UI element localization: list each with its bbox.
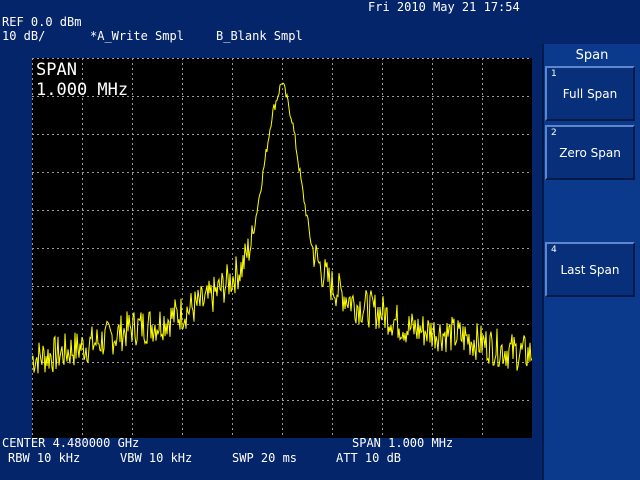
- span-readout: SPAN 1.000 MHz: [352, 436, 454, 450]
- reference-level: REF 0.0 dBm: [2, 15, 82, 29]
- softkey-label: Zero Span: [559, 146, 621, 160]
- rbw-readout: RBW 10 kHz: [8, 451, 81, 465]
- vbw-readout: VBW 10 kHz: [120, 451, 193, 465]
- softkey-number: 2: [551, 128, 557, 138]
- softkey-label: Last Span: [560, 263, 620, 277]
- active-parameter-title: SPAN: [36, 60, 77, 80]
- menu-title: Span: [575, 48, 609, 63]
- softkey-label: Full Span: [562, 87, 618, 101]
- datetime-readout: Fri 2010 May 21 17:54: [368, 0, 520, 14]
- spectrum-plot: [32, 58, 532, 438]
- last-span-softkey[interactable]: 4 Last Span: [545, 242, 635, 297]
- zero-span-softkey[interactable]: 2 Zero Span: [545, 125, 635, 180]
- attenuation-readout: ATT 10 dB: [336, 451, 402, 465]
- sweep-time-readout: SWP 20 ms: [232, 451, 298, 465]
- softkey-number: 4: [551, 245, 557, 255]
- amplitude-scale: 10 dB/: [2, 29, 46, 43]
- active-parameter-value: 1.000 MHz: [36, 80, 129, 100]
- trace-a-mode: *A_Write Smpl: [90, 29, 184, 43]
- spectrum-display: [32, 58, 532, 438]
- trace-b-mode: B_Blank Smpl: [216, 29, 303, 43]
- center-frequency: CENTER 4.480000 GHz: [2, 436, 140, 450]
- softkey-number: 1: [551, 69, 557, 79]
- full-span-softkey[interactable]: 1 Full Span: [545, 66, 635, 121]
